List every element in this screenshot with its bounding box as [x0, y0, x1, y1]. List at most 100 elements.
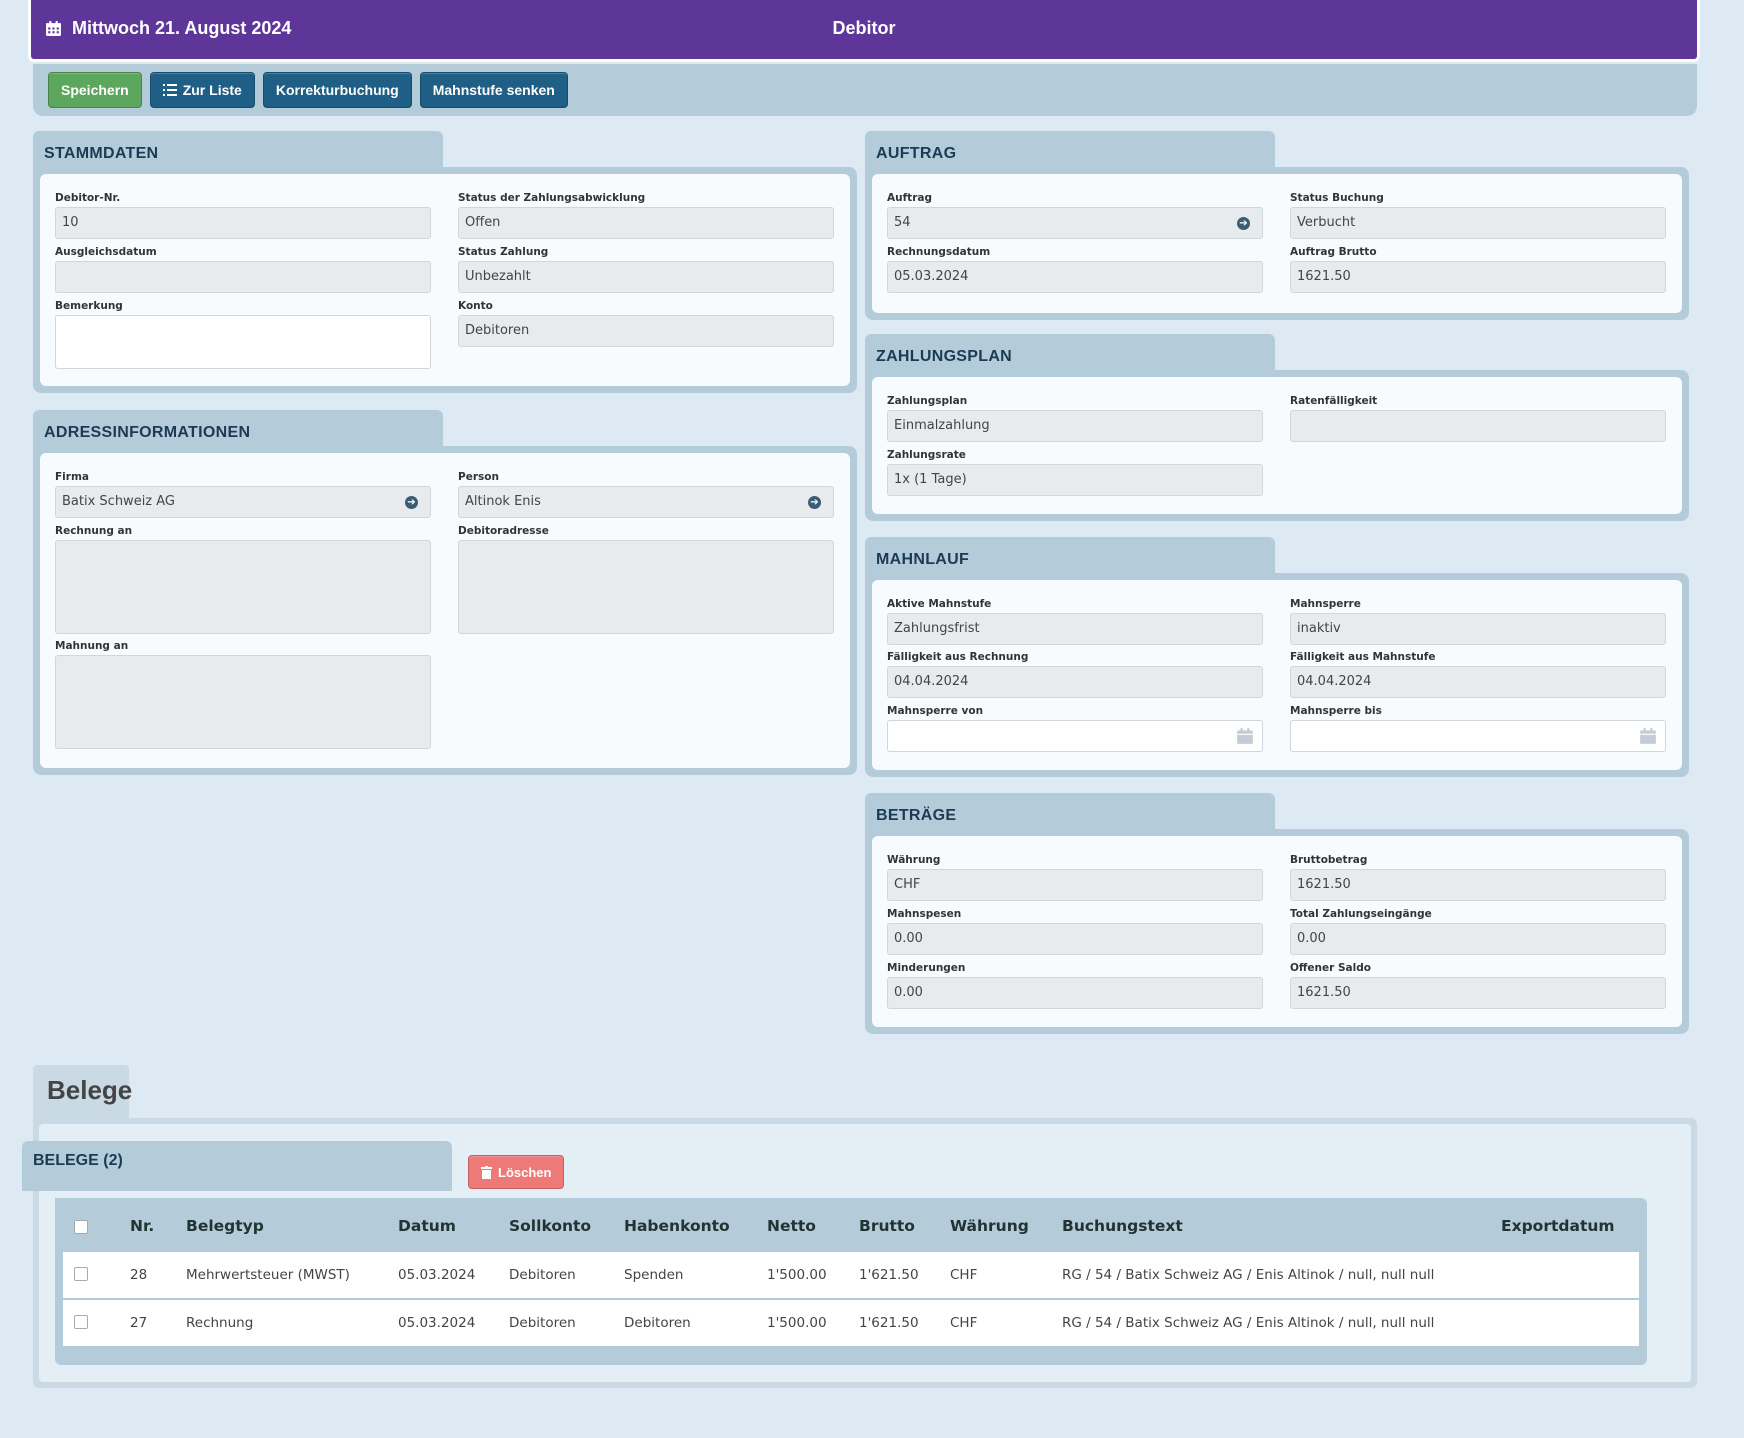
- col-waehrung[interactable]: Währung: [950, 1198, 1029, 1254]
- belege-panel-title: BELEGE (2): [22, 1141, 452, 1191]
- status-abwicklung-field[interactable]: Offen: [458, 207, 834, 239]
- auftrag-label: Auftrag: [887, 192, 932, 204]
- cell-nr: 28: [130, 1267, 148, 1283]
- mahnung-an-textarea[interactable]: [55, 655, 431, 749]
- belege-section-tab[interactable]: Belege: [33, 1065, 132, 1119]
- calendar-icon[interactable]: [1236, 727, 1254, 745]
- correction-button[interactable]: Korrekturbuchung: [262, 72, 412, 108]
- mahnlauf-panel: MAHNLAUF Aktive Mahnstufe Zahlungsfrist …: [865, 537, 1689, 777]
- konto-field[interactable]: Debitoren: [458, 315, 834, 347]
- select-all-checkbox[interactable]: [74, 1220, 88, 1234]
- rechnungsdatum-field[interactable]: 05.03.2024: [887, 261, 1263, 293]
- col-netto[interactable]: Netto: [767, 1198, 816, 1254]
- belege-table: Nr. Belegtyp Datum Sollkonto Habenkonto …: [55, 1198, 1647, 1365]
- status-zahlung-label: Status Zahlung: [458, 246, 549, 258]
- auftrag-value: 54: [894, 215, 911, 230]
- lower-dunning-label: Mahnstufe senken: [432, 82, 555, 98]
- cell-buchungstext: RG / 54 / Batix Schweiz AG / Enis Altino…: [1062, 1315, 1435, 1331]
- col-habenkonto[interactable]: Habenkonto: [624, 1198, 730, 1254]
- person-field[interactable]: Altinok Enis ➔: [458, 486, 834, 518]
- arrow-circle-right-icon[interactable]: ➔: [405, 496, 418, 509]
- person-label: Person: [458, 471, 499, 483]
- status-buchung-field[interactable]: Verbucht: [1290, 207, 1666, 239]
- page-title: Debitor: [832, 18, 896, 38]
- offener-saldo-label: Offener Saldo: [1290, 962, 1371, 974]
- table-row[interactable]: 27 Rechnung 05.03.2024 Debitoren Debitor…: [63, 1300, 1639, 1346]
- to-list-label: Zur Liste: [182, 82, 242, 98]
- to-list-button[interactable]: Zur Liste: [149, 72, 255, 108]
- zahlungsrate-field[interactable]: 1x (1 Tage): [887, 464, 1263, 496]
- konto-label: Konto: [458, 300, 493, 312]
- bemerkung-textarea[interactable]: [55, 315, 431, 369]
- faelligkeit-mahnstufe-label: Fälligkeit aus Mahnstufe: [1290, 651, 1436, 663]
- stammdaten-panel: STAMMDATEN Debitor-Nr. 10 Status der Zah…: [33, 131, 857, 393]
- waehrung-field[interactable]: CHF: [887, 869, 1263, 901]
- col-datum[interactable]: Datum: [398, 1198, 456, 1254]
- rechnung-an-textarea[interactable]: [55, 540, 431, 634]
- cell-brutto: 1'621.50: [859, 1267, 919, 1283]
- cell-netto: 1'500.00: [767, 1267, 827, 1283]
- zahlungsplan-label: Zahlungsplan: [887, 395, 968, 407]
- correction-label: Korrekturbuchung: [275, 82, 399, 98]
- debitor-nr-field[interactable]: 10: [55, 207, 431, 239]
- auftrag-panel: AUFTRAG Auftrag 54 ➔ Status Buchung Verb…: [865, 131, 1689, 320]
- col-brutto[interactable]: Brutto: [859, 1198, 915, 1254]
- cell-datum: 05.03.2024: [398, 1315, 476, 1331]
- firma-field[interactable]: Batix Schweiz AG ➔: [55, 486, 431, 518]
- col-nr[interactable]: Nr.: [130, 1198, 154, 1254]
- delete-button[interactable]: Löschen: [468, 1155, 565, 1189]
- debitor-nr-label: Debitor-Nr.: [55, 192, 121, 204]
- table-header: Nr. Belegtyp Datum Sollkonto Habenkonto …: [63, 1198, 1639, 1252]
- firma-label: Firma: [55, 471, 89, 483]
- lower-dunning-level-button[interactable]: Mahnstufe senken: [419, 72, 568, 108]
- mahnsperre-von-label: Mahnsperre von: [887, 705, 984, 717]
- cell-datum: 05.03.2024: [398, 1267, 476, 1283]
- row-checkbox[interactable]: [74, 1267, 88, 1281]
- bemerkung-label: Bemerkung: [55, 300, 123, 312]
- status-abwicklung-label: Status der Zahlungsabwicklung: [458, 192, 646, 204]
- mahnsperre-bis-field[interactable]: [1290, 720, 1666, 752]
- bruttobetrag-label: Bruttobetrag: [1290, 854, 1368, 866]
- auftrag-brutto-label: Auftrag Brutto: [1290, 246, 1377, 258]
- bruttobetrag-field[interactable]: 1621.50: [1290, 869, 1666, 901]
- cell-buchungstext: RG / 54 / Batix Schweiz AG / Enis Altino…: [1062, 1267, 1435, 1283]
- cell-waehrung: CHF: [950, 1315, 978, 1331]
- offener-saldo-field[interactable]: 1621.50: [1290, 977, 1666, 1009]
- cell-habenkonto: Spenden: [624, 1267, 684, 1283]
- mahnsperre-von-field[interactable]: [887, 720, 1263, 752]
- rechnung-an-label: Rechnung an: [55, 525, 133, 537]
- ratenfaelligkeit-field[interactable]: [1290, 410, 1666, 442]
- zahlungsrate-label: Zahlungsrate: [887, 449, 966, 461]
- col-buchungstext[interactable]: Buchungstext: [1062, 1198, 1183, 1254]
- total-zahlungseingaenge-field[interactable]: 0.00: [1290, 923, 1666, 955]
- col-sollkonto[interactable]: Sollkonto: [509, 1198, 591, 1254]
- minderungen-field[interactable]: 0.00: [887, 977, 1263, 1009]
- aktive-mahnstufe-field[interactable]: Zahlungsfrist: [887, 613, 1263, 645]
- mahnsperre-label: Mahnsperre: [1290, 598, 1361, 610]
- col-exportdatum[interactable]: Exportdatum: [1501, 1198, 1615, 1254]
- row-checkbox[interactable]: [74, 1315, 88, 1329]
- save-button[interactable]: Speichern: [48, 72, 142, 108]
- mahnspesen-field[interactable]: 0.00: [887, 923, 1263, 955]
- waehrung-label: Währung: [887, 854, 941, 866]
- auftrag-brutto-field[interactable]: 1621.50: [1290, 261, 1666, 293]
- arrow-circle-right-icon[interactable]: ➔: [808, 496, 821, 509]
- cell-sollkonto: Debitoren: [509, 1267, 576, 1283]
- aktive-mahnstufe-label: Aktive Mahnstufe: [887, 598, 992, 610]
- mahnsperre-field[interactable]: inaktiv: [1290, 613, 1666, 645]
- rechnungsdatum-label: Rechnungsdatum: [887, 246, 991, 258]
- status-zahlung-field[interactable]: Unbezahlt: [458, 261, 834, 293]
- debitoradresse-textarea[interactable]: [458, 540, 834, 634]
- faelligkeit-rechnung-field[interactable]: 04.04.2024: [887, 666, 1263, 698]
- calendar-icon[interactable]: [1639, 727, 1657, 745]
- arrow-circle-right-icon[interactable]: ➔: [1237, 217, 1250, 230]
- faelligkeit-mahnstufe-field[interactable]: 04.04.2024: [1290, 666, 1666, 698]
- delete-label: Löschen: [498, 1164, 552, 1180]
- table-row[interactable]: 28 Mehrwertsteuer (MWST) 05.03.2024 Debi…: [63, 1252, 1639, 1298]
- betraege-panel: BETRÄGE Währung CHF Bruttobetrag 1621.50…: [865, 793, 1689, 1034]
- col-belegtyp[interactable]: Belegtyp: [186, 1198, 264, 1254]
- ausgleichsdatum-label: Ausgleichsdatum: [55, 246, 157, 258]
- ausgleichsdatum-field[interactable]: [55, 261, 431, 293]
- zahlungsplan-field[interactable]: Einmalzahlung: [887, 410, 1263, 442]
- auftrag-field[interactable]: 54 ➔: [887, 207, 1263, 239]
